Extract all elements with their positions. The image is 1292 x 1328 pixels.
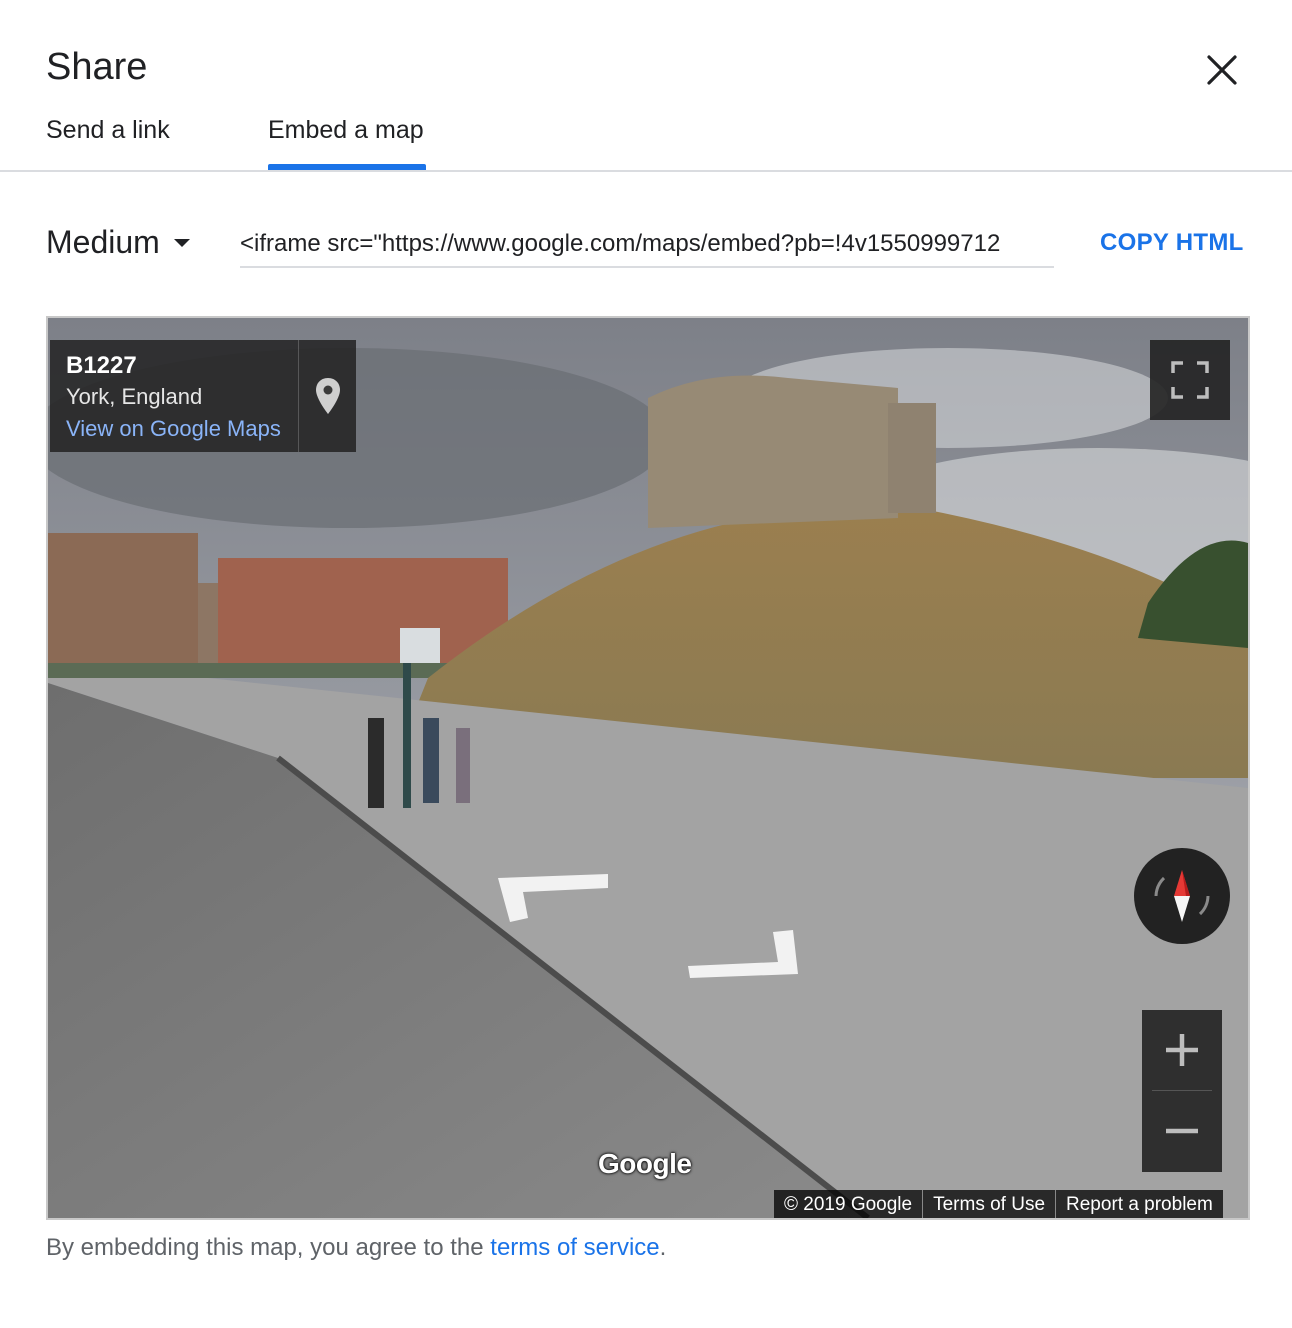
- street-view-map[interactable]: B1227 York, England View on Google Maps: [46, 316, 1250, 1220]
- road-name: B1227: [66, 352, 137, 379]
- tab-embed-map[interactable]: Embed a map: [268, 116, 424, 145]
- size-dropdown[interactable]: Medium: [46, 224, 190, 261]
- copy-html-button[interactable]: COPY HTML: [1100, 229, 1244, 257]
- map-footer: © 2019 Google Terms of Use Report a prob…: [774, 1190, 1223, 1218]
- tab-bar: Send a link Embed a map: [0, 100, 1292, 172]
- location-info-card: B1227 York, England View on Google Maps: [50, 340, 356, 452]
- report-problem-link[interactable]: Report a problem: [1055, 1190, 1223, 1218]
- minus-icon: [1166, 1128, 1198, 1134]
- fullscreen-button[interactable]: [1150, 340, 1230, 420]
- zoom-out-button[interactable]: [1142, 1091, 1222, 1171]
- terms-note: By embedding this map, you agree to the …: [46, 1234, 666, 1262]
- compass-icon: [1154, 870, 1210, 922]
- view-on-google-maps-link[interactable]: View on Google Maps: [66, 416, 282, 442]
- size-dropdown-label: Medium: [46, 224, 160, 260]
- city-name: York, England: [66, 384, 203, 409]
- copyright-text: © 2019 Google: [784, 1194, 913, 1215]
- terms-note-text: By embedding this map, you agree to the: [46, 1234, 491, 1261]
- terms-note-end: .: [659, 1234, 667, 1261]
- active-tab-indicator: [268, 164, 426, 170]
- tab-send-link[interactable]: Send a link: [46, 116, 170, 145]
- dialog-title: Share: [46, 46, 148, 88]
- embed-html-field[interactable]: [240, 222, 1054, 268]
- close-button[interactable]: [1198, 46, 1246, 94]
- fullscreen-icon: [1171, 361, 1209, 399]
- location-pin-button[interactable]: [298, 340, 356, 452]
- map-pin-icon: [315, 378, 340, 414]
- zoom-in-button[interactable]: [1142, 1010, 1222, 1090]
- plus-icon: [1166, 1034, 1198, 1066]
- terms-of-use-link[interactable]: Terms of Use: [922, 1190, 1055, 1218]
- google-logo: Google: [598, 1148, 692, 1179]
- terms-of-service-link[interactable]: terms of service: [490, 1234, 659, 1261]
- compass-button[interactable]: [1134, 848, 1230, 944]
- caret-down-icon: [173, 238, 190, 247]
- close-icon: [1207, 55, 1237, 85]
- street-view-image: [48, 318, 1248, 1218]
- zoom-control: [1142, 1010, 1222, 1172]
